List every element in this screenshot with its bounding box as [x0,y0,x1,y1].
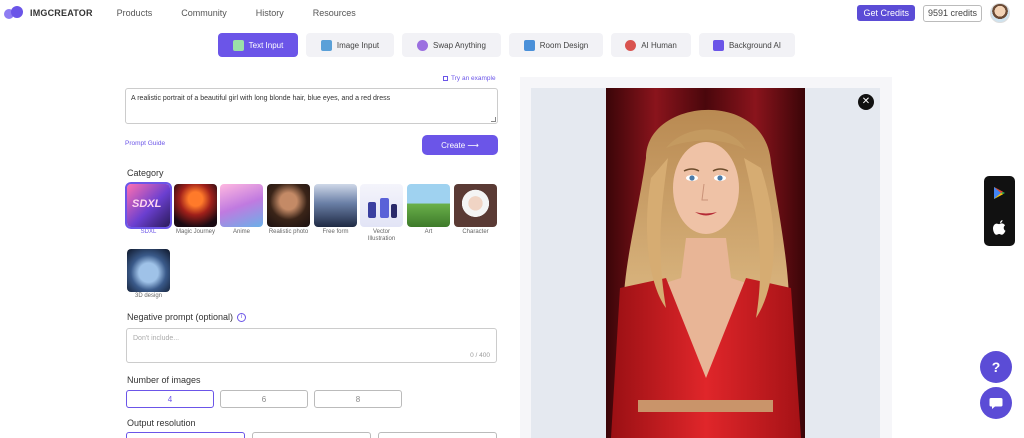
tab-label: Room Design [539,40,589,50]
background-icon [712,39,724,51]
generated-image[interactable] [606,88,805,438]
chat-icon [989,397,1003,409]
create-button[interactable]: Create ⟶ [422,135,498,155]
tab-label: AI Human [641,40,677,50]
human-icon [625,39,637,51]
num-images-option-8[interactable]: 8 [314,390,402,408]
logo-text: IMGCREATOR [30,7,93,18]
resolution-option-3[interactable] [378,432,497,438]
prompt-guide-link[interactable]: Prompt Guide [125,140,165,147]
negative-prompt-label: Negative prompt (optional) i [127,312,247,323]
output-resolution-label: Output resolution [127,418,196,428]
nav-products[interactable]: Products [117,8,153,18]
tab-image-input[interactable]: Image Input [306,33,394,57]
negative-prompt-text: Negative prompt (optional) [127,312,234,322]
number-of-images-label: Number of images [127,375,201,385]
num-images-option-4[interactable]: 4 [126,390,214,408]
get-credits-button[interactable]: Get Credits [857,5,915,21]
info-icon[interactable]: i [237,313,247,323]
category-label: Category [127,168,164,178]
category-label: Character [462,229,489,235]
negative-prompt-input[interactable]: Don't include... 0 / 400 [126,328,497,363]
logo-icon [4,5,26,20]
char-counter: 0 / 400 [470,352,490,359]
resize-handle-icon[interactable] [491,117,496,122]
nav-history[interactable]: History [256,8,284,18]
logo[interactable]: IMGCREATOR [4,5,93,20]
top-header: IMGCREATOR Products Community History Re… [0,0,1024,25]
credits-balance[interactable]: 9591 credits [922,4,982,22]
chat-button[interactable] [980,387,1012,419]
app-store-bar [984,176,1015,246]
negative-placeholder: Don't include... [133,335,180,342]
category-label: SDXL [140,229,157,235]
help-button[interactable]: ? [980,351,1012,383]
category-free-form[interactable] [314,184,357,227]
room-icon [523,39,535,51]
text-icon [232,39,244,51]
category-anime[interactable] [220,184,263,227]
category-3d-design[interactable] [127,249,170,292]
apple-icon[interactable] [993,220,1006,235]
nav-community[interactable]: Community [181,8,227,18]
tab-label: Swap Anything [433,40,486,50]
main-nav: Products Community History Resources [117,8,385,18]
category-magic-journey[interactable] [174,184,217,227]
mode-tabs: Text Input Image Input Swap Anything Roo… [218,33,803,57]
category-label: Anime [232,229,250,235]
category-realistic-photo[interactable] [267,184,310,227]
prompt-input[interactable]: A realistic portrait of a beautiful girl… [125,88,498,124]
tab-room-design[interactable]: Room Design [509,33,603,57]
category-label: Magic Journey [175,229,216,235]
category-label: Realistic photo [268,229,309,235]
category-label: 3D design [134,293,163,299]
resolution-option-2[interactable] [252,432,371,438]
tab-label: Text Input [248,40,284,50]
category-art[interactable] [407,184,450,227]
tab-ai-human[interactable]: AI Human [611,33,691,57]
category-label: Free form [322,229,349,235]
close-icon[interactable]: ✕ [858,94,874,110]
dice-icon [443,75,448,81]
nav-resources[interactable]: Resources [313,8,356,18]
resolution-option-1[interactable] [126,432,245,438]
category-sdxl[interactable]: SDXL [125,182,172,229]
avatar[interactable] [990,3,1010,23]
prompt-text: A realistic portrait of a beautiful girl… [131,95,391,102]
google-play-icon[interactable] [993,186,1006,200]
num-images-option-6[interactable]: 6 [220,390,308,408]
category-label: Vector Illustration [367,229,396,242]
category-label: Art [424,229,433,235]
tab-background-ai[interactable]: Background AI [699,33,795,57]
tab-swap-anything[interactable]: Swap Anything [402,33,501,57]
swap-icon [417,39,429,51]
category-vector-illustration[interactable] [360,184,403,227]
image-icon [320,39,332,51]
tab-label: Background AI [728,40,782,50]
try-example-label: Try an example [451,75,496,82]
tab-text-input[interactable]: Text Input [218,33,298,57]
category-character[interactable] [454,184,497,227]
sdxl-thumb-text: SDXL [132,198,162,210]
try-example-link[interactable]: Try an example [443,75,496,82]
tab-label: Image Input [336,40,380,50]
